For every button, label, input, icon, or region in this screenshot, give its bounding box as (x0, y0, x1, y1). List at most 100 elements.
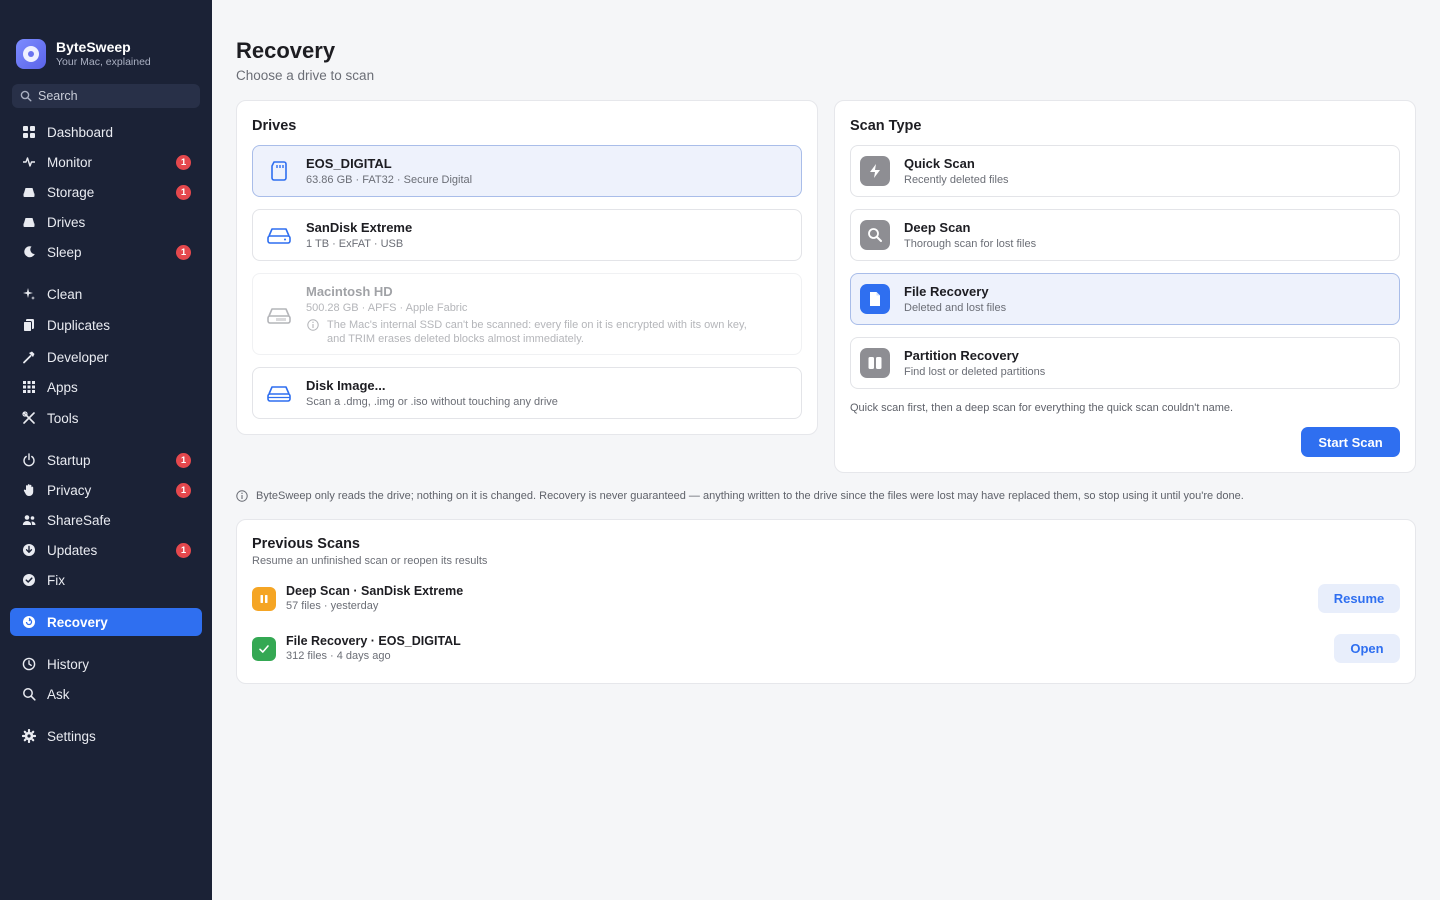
drive-name: Disk Image... (306, 378, 386, 393)
previous-scans-title: Previous Scans (252, 536, 360, 552)
drive-detail: 1 TB · ExFAT · USB (306, 238, 404, 250)
sidebar-item-tools[interactable]: Tools (10, 404, 202, 432)
sidebar-item-storage[interactable]: Storage 1 (10, 178, 202, 206)
sidebar-item-apps[interactable]: Apps (10, 373, 202, 401)
page-subtitle: Choose a drive to scan (236, 68, 375, 83)
drive-row-eos-digital[interactable]: EOS_DIGITAL 63.86 GB · FAT32 · Secure Di… (252, 145, 802, 197)
sidebar-item-developer[interactable]: Developer (10, 343, 202, 371)
drive-row-sandisk-extreme[interactable]: SanDisk Extreme 1 TB · ExFAT · USB (252, 209, 802, 261)
info-icon (307, 319, 319, 331)
scan-option-detail: Deleted and lost files (904, 302, 1007, 314)
sidebar-item-settings[interactable]: Settings (10, 722, 202, 750)
app-logo-icon (16, 39, 46, 69)
sidebar-item-updates[interactable]: Updates 1 (10, 536, 202, 564)
sidebar-item-monitor[interactable]: Monitor 1 (10, 148, 202, 176)
people-icon (22, 513, 36, 527)
sidebar-item-clean[interactable]: Clean (10, 280, 202, 308)
drive-name: SanDisk Extreme (306, 220, 413, 235)
sidebar-item-label: Updates (47, 542, 98, 558)
pause-icon (252, 587, 276, 611)
checkmark-icon (252, 637, 276, 661)
drive-note: The Mac's internal SSD can't be scanned:… (306, 318, 766, 346)
sidebar-item-sharesafe[interactable]: ShareSafe (10, 506, 202, 534)
drive-name: EOS_DIGITAL (306, 156, 392, 171)
scan-type-card: Scan Type Quick Scan Recently deleted fi… (834, 100, 1416, 473)
hammer-icon (22, 350, 36, 364)
drive-row-macintosh-hd: Macintosh HD 500.28 GB · APFS · Apple Fa… (252, 273, 802, 355)
sidebar-item-label: Clean (47, 286, 83, 302)
recovery-icon (22, 615, 36, 629)
start-scan-button[interactable]: Start Scan (1301, 427, 1400, 457)
apps-grid-icon (22, 380, 36, 394)
sidebar-item-startup[interactable]: Startup 1 (10, 446, 202, 474)
scan-option-quick[interactable]: Quick Scan Recently deleted files (850, 145, 1400, 197)
sidebar-item-label: Developer (47, 349, 109, 365)
disclaimer-text: ByteSweep only reads the drive; nothing … (256, 490, 1244, 502)
drive-detail: Scan a .dmg, .img or .iso without touchi… (306, 396, 558, 408)
scan-option-name: Partition Recovery (904, 348, 1019, 363)
sidebar-item-label: Fix (47, 572, 65, 588)
sidebar-item-label: Apps (47, 379, 78, 395)
sidebar-item-label: Tools (47, 410, 79, 426)
sidebar: ByteSweep Your Mac, explained Dashboard … (0, 0, 212, 900)
sidebar-item-label: Recovery (47, 614, 108, 630)
previous-scan-title: File Recovery · EOS_DIGITAL (286, 634, 461, 648)
sidebar-item-label: Duplicates (47, 317, 111, 333)
resume-button[interactable]: Resume (1318, 584, 1400, 613)
previous-scan-title: Deep Scan · SanDisk Extreme (286, 584, 464, 598)
sidebar-item-fix[interactable]: Fix (10, 566, 202, 594)
power-icon (22, 453, 36, 467)
sidebar-item-label: Monitor (47, 154, 93, 170)
brand[interactable]: ByteSweep Your Mac, explained (16, 39, 151, 69)
notification-badge: 1 (176, 245, 191, 260)
search-box[interactable] (12, 84, 200, 108)
sidebar-item-duplicates[interactable]: Duplicates (10, 311, 202, 339)
notification-badge: 1 (176, 185, 191, 200)
checkmark-seal-icon (22, 573, 36, 587)
bolt-icon (860, 156, 890, 186)
sidebar-item-ask[interactable]: Ask (10, 680, 202, 708)
sidebar-item-label: Startup (47, 452, 91, 468)
scan-option-file-recovery[interactable]: File Recovery Deleted and lost files (850, 273, 1400, 325)
notification-badge: 1 (176, 483, 191, 498)
sidebar-item-privacy[interactable]: Privacy 1 (10, 476, 202, 504)
sidebar-item-sleep[interactable]: Sleep 1 (10, 238, 202, 266)
drive-row-disk-image[interactable]: Disk Image... Scan a .dmg, .img or .iso … (252, 367, 802, 419)
sidebar-item-label: Dashboard (47, 124, 114, 140)
internal-drive-icon (266, 302, 292, 328)
search-input[interactable] (38, 89, 188, 103)
sidebar-item-recovery[interactable]: Recovery (10, 608, 202, 636)
sidebar-item-label: Privacy (47, 482, 92, 498)
app-tagline: Your Mac, explained (56, 56, 151, 68)
sidebar-item-dashboard[interactable]: Dashboard (10, 118, 202, 146)
sidebar-item-label: Settings (47, 728, 96, 744)
scan-option-partition[interactable]: Partition Recovery Find lost or deleted … (850, 337, 1400, 389)
drive-detail: 63.86 GB · FAT32 · Secure Digital (306, 174, 473, 186)
sidebar-item-label: Sleep (47, 244, 82, 260)
drive-detail: 500.28 GB · APFS · Apple Fabric (306, 302, 468, 314)
scan-option-deep[interactable]: Deep Scan Thorough scan for lost files (850, 209, 1400, 261)
open-button[interactable]: Open (1334, 634, 1400, 663)
notification-badge: 1 (176, 453, 191, 468)
sidebar-item-label: History (47, 656, 90, 672)
sidebar-item-history[interactable]: History (10, 650, 202, 678)
magnifier-icon (22, 687, 36, 701)
previous-scan-detail: 312 files · 4 days ago (286, 650, 391, 662)
sidebar-item-label: Ask (47, 686, 70, 702)
scan-option-detail: Thorough scan for lost files (904, 238, 1037, 250)
sidebar-item-drives[interactable]: Drives (10, 208, 202, 236)
sd-card-icon (266, 158, 292, 184)
disclaimer: ByteSweep only reads the drive; nothing … (236, 490, 1244, 502)
magnifier-icon (860, 220, 890, 250)
hand-icon (22, 483, 36, 497)
search-icon (20, 90, 32, 102)
scan-option-detail: Recently deleted files (904, 174, 1009, 186)
download-circle-icon (22, 543, 36, 557)
sidebar-item-label: ShareSafe (47, 512, 111, 528)
previous-scan-row: File Recovery · EOS_DIGITAL 312 files · … (252, 632, 1400, 666)
documents-icon (22, 318, 36, 332)
drives-title: Drives (252, 118, 297, 134)
scan-option-detail: Find lost or deleted partitions (904, 366, 1046, 378)
page-title: Recovery (236, 38, 336, 63)
scan-type-title: Scan Type (850, 118, 922, 134)
